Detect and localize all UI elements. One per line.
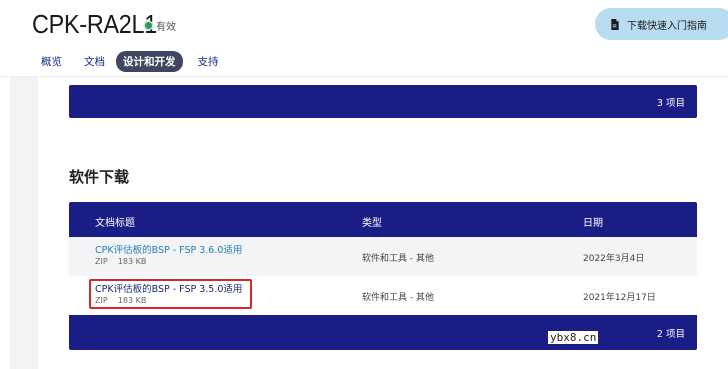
previous-section-footer: 3 项目 [69,85,697,118]
tab-design-development[interactable]: 设计和开发 [116,51,183,72]
file-size: 183 KB [117,296,147,305]
file-format: ZIP [95,296,108,305]
table-footer: 2 项目 [69,315,697,350]
file-meta: ZIP 183 KB [95,257,146,266]
watermark-text: ybx8.cn [548,331,599,344]
download-quickstart-button[interactable]: 下载快速入门指南 [595,8,728,40]
download-link[interactable]: CPK评估板的BSP - FSP 3.5.0适用 [95,281,242,295]
row-date: 2021年12月17日 [583,293,656,303]
header-divider [0,76,728,77]
table-header: 文档标题 类型 日期 [69,202,697,237]
download-quickstart-label: 下载快速入门指南 [627,20,707,32]
download-link[interactable]: CPK评估板的BSP - FSP 3.6.0适用 [95,242,242,256]
section-title: 软件下载 [69,168,130,186]
column-header-date[interactable]: 日期 [583,214,603,229]
file-format: ZIP [95,257,108,266]
row-type: 软件和工具 - 其他 [362,293,434,303]
table-row: CPK评估板的BSP - FSP 3.6.0适用 ZIP 183 KB 软件和工… [69,237,697,276]
document-icon [611,18,619,30]
column-header-type[interactable]: 类型 [362,214,382,229]
status-text: 有效 [156,22,176,33]
tab-documents[interactable]: 文档 [84,54,105,69]
row-date: 2022年3月4日 [583,254,645,264]
page-title: CPK-RA2L1 [32,9,158,39]
file-size: 183 KB [117,257,147,266]
file-meta: ZIP 183 KB [95,296,146,305]
item-count: 2 项目 [656,329,685,340]
tab-overview[interactable]: 概览 [41,54,62,69]
column-header-title[interactable]: 文档标题 [95,214,135,229]
status-badge: 有效 [145,18,176,33]
table-row: CPK评估板的BSP - FSP 3.5.0适用 ZIP 183 KB 软件和工… [69,276,697,315]
tab-support[interactable]: 支持 [198,54,219,69]
row-type: 软件和工具 - 其他 [362,254,434,264]
side-panel [10,77,38,369]
status-dot-icon [145,22,152,29]
tab-bar: 概览 文档 设计和开发 支持 [41,51,241,72]
item-count: 3 项目 [656,98,685,109]
